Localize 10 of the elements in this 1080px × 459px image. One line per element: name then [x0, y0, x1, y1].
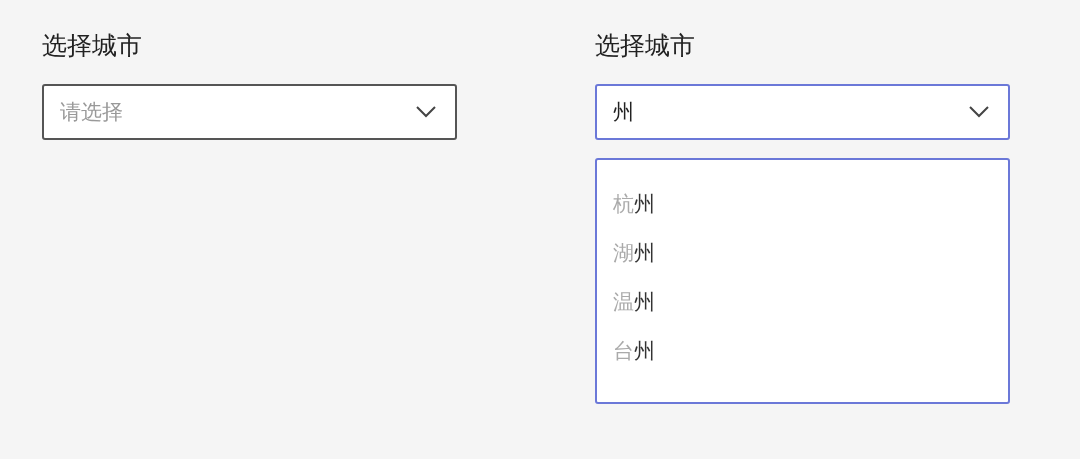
dropdown-option[interactable]: 湖州 — [613, 235, 655, 271]
dropdown-option[interactable]: 温州 — [613, 284, 655, 320]
city-select[interactable]: 州 — [595, 84, 1010, 140]
field-label: 选择城市 — [595, 30, 695, 62]
field-label: 选择城市 — [42, 30, 142, 62]
city-select[interactable]: 请选择 — [42, 84, 457, 140]
chevron-down-icon[interactable] — [415, 105, 437, 119]
chevron-down-icon[interactable] — [968, 105, 990, 119]
dropdown-option[interactable]: 杭州 — [613, 186, 655, 222]
dropdown-option[interactable]: 台州 — [613, 333, 655, 369]
